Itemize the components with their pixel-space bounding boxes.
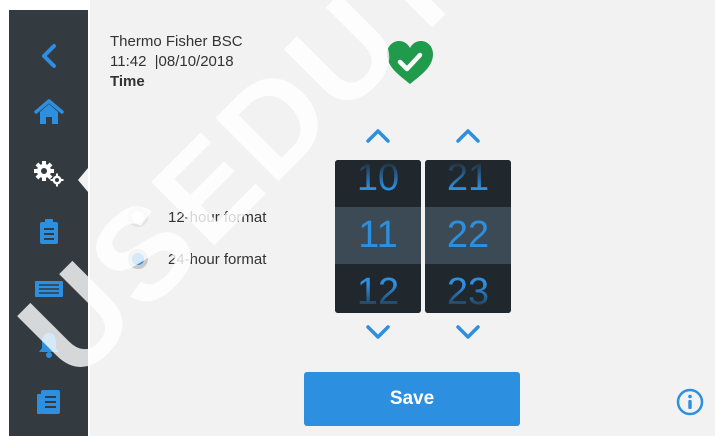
settings-gears-icon — [33, 161, 63, 187]
save-button[interactable]: Save — [304, 372, 520, 426]
reports-button[interactable] — [9, 376, 88, 428]
current-time: 11:42 — [110, 53, 147, 70]
back-button[interactable] — [9, 30, 88, 82]
radio-12-hour[interactable] — [128, 207, 148, 227]
minute-current: 22 — [446, 214, 490, 256]
heart-check-icon — [387, 41, 433, 84]
minute-prev: 21 — [446, 160, 490, 199]
minute-next: 23 — [446, 271, 490, 313]
hour-current: 11 — [358, 214, 398, 256]
back-chevron-icon — [41, 44, 56, 68]
active-indicator — [78, 168, 88, 192]
alarms-button[interactable] — [9, 318, 88, 370]
minute-down-arrow-icon[interactable] — [455, 324, 481, 340]
filter-icon — [34, 281, 63, 297]
time-date-line: 11:42 |08/10/2018 — [110, 52, 243, 72]
log-button[interactable] — [9, 206, 88, 258]
filter-button[interactable] — [9, 263, 88, 315]
info-icon[interactable] — [676, 388, 704, 416]
device-name: Thermo Fisher BSC — [110, 33, 243, 50]
bell-icon — [38, 333, 59, 358]
settings-button[interactable] — [9, 148, 88, 200]
minute-picker[interactable]: 21 22 23 — [425, 160, 511, 313]
option-12-hour-label: 12-hour format — [168, 208, 267, 226]
option-12-hour[interactable]: 12-hour format — [128, 207, 266, 227]
minute-up-arrow-icon[interactable] — [455, 128, 481, 144]
current-date: 08/10/2018 — [158, 53, 234, 70]
home-button[interactable] — [9, 86, 88, 138]
clipboard-log-icon — [39, 219, 58, 244]
header: Thermo Fisher BSC 11:42 |08/10/2018 Time — [110, 32, 243, 92]
hour-picker[interactable]: 10 11 12 — [335, 160, 421, 313]
hour-up-arrow-icon[interactable] — [365, 128, 391, 144]
hour-prev: 10 — [356, 160, 400, 199]
sidebar — [0, 0, 90, 436]
radio-24-hour[interactable] — [128, 249, 148, 269]
hour-next: 12 — [356, 271, 400, 313]
sidebar-panel — [9, 10, 88, 436]
status-indicator[interactable] — [385, 40, 435, 91]
page-title: Time — [110, 73, 145, 90]
hour-down-arrow-icon[interactable] — [365, 324, 391, 340]
option-24-hour[interactable]: 24-hour format — [128, 249, 266, 269]
list-document-icon — [36, 390, 60, 414]
home-icon — [33, 99, 64, 124]
option-24-hour-label: 24-hour format — [168, 250, 267, 268]
